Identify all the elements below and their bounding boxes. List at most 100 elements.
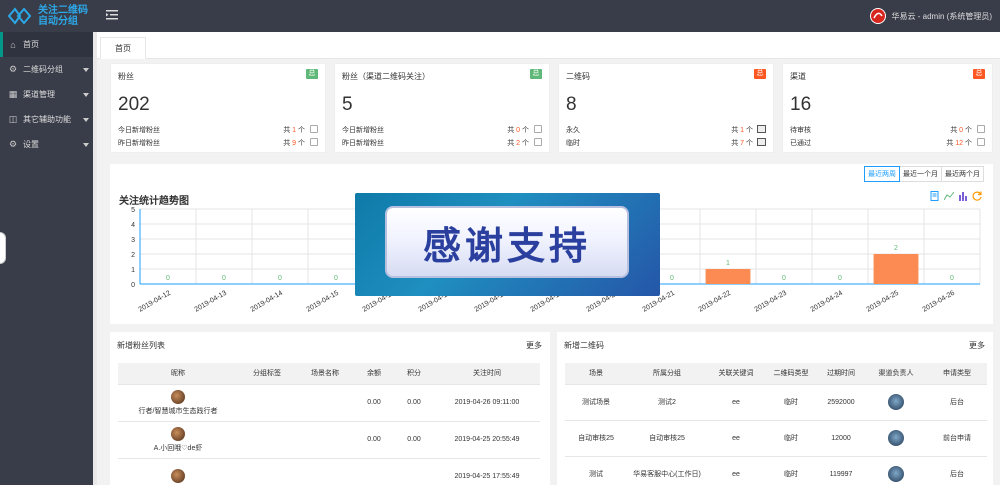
sidebar-item-label: 渠道管理 <box>23 90 55 99</box>
user-icon <box>534 125 542 133</box>
y-tick-label: 1 <box>131 267 135 274</box>
range-button-0[interactable]: 最近两周 <box>864 166 900 182</box>
data-label: 0 <box>222 275 226 282</box>
column-header[interactable]: 余额 <box>354 363 394 385</box>
menu-toggle-icon[interactable] <box>106 9 120 21</box>
cell-expire: 12000 <box>817 420 865 457</box>
data-label: 0 <box>838 275 842 282</box>
sidebar-item-0[interactable]: ⌂ 首页 <box>0 32 93 57</box>
stat-badge: 总 <box>754 69 766 79</box>
stat-row-label: 已通过 <box>790 140 811 147</box>
user-menu[interactable]: 华易云 - admin (系统管理员) <box>869 8 992 24</box>
cell-apply: 后台 <box>927 456 987 485</box>
fan-name: 行者/智慧城市生态践行者 <box>138 407 218 415</box>
calendar-icon <box>977 138 985 146</box>
home-icon: ⌂ <box>10 39 16 50</box>
data-label: 1 <box>726 260 730 267</box>
stat-row-count: 共 7 个 <box>731 140 753 147</box>
stat-card-0: 粉丝 总 202 今日新增粉丝 共 1 个 昨日新增粉丝 共 9 个 <box>110 63 326 153</box>
data-label: 0 <box>782 275 786 282</box>
avatar <box>171 426 185 441</box>
cell-keyword: ee <box>707 420 765 457</box>
stat-row: 临时 共 7 个 <box>566 138 766 148</box>
data-view-icon[interactable] <box>930 191 940 201</box>
stat-row-label: 永久 <box>566 127 580 134</box>
chart-toolbox <box>926 191 982 201</box>
cell-scene: 测试 <box>565 456 627 485</box>
sidebar-item-2[interactable]: ▦ 渠道管理 <box>0 82 93 107</box>
column-header[interactable]: 所属分组 <box>627 363 707 385</box>
sidebar-item-1[interactable]: ⚙ 二维码分组 <box>0 57 93 82</box>
grid-icon: ▦ <box>8 89 18 99</box>
sidebar: ⌂ 首页 ⚙ 二维码分组 ▦ 渠道管理 ◫ 其它辅助功能 ⚙ 设置 <box>0 32 93 485</box>
table-row[interactable]: 行者/智慧城市生态践行者 0.00 0.00 2019-04-26 09:11:00 <box>118 384 540 422</box>
cell-keyword: ee <box>707 384 765 421</box>
y-tick-label: 4 <box>131 222 135 229</box>
stat-row-count: 共 1 个 <box>731 127 753 134</box>
range-button-2[interactable]: 最近两个月 <box>941 166 984 182</box>
bar-chart-icon[interactable] <box>958 191 968 201</box>
app-title: 关注二维码 自动分组 <box>38 5 88 27</box>
cell-scene: 测试场景 <box>565 384 627 421</box>
column-header[interactable]: 申请类型 <box>927 363 987 385</box>
fans-list-title: 新增粉丝列表 <box>117 341 165 350</box>
column-header[interactable]: 积分 <box>394 363 434 385</box>
stat-row: 今日新增粉丝 共 0 个 <box>342 125 542 135</box>
column-header[interactable]: 二维码类型 <box>765 363 817 385</box>
column-header[interactable]: 过期时间 <box>817 363 865 385</box>
stat-row-label: 昨日新增粉丝 <box>342 140 384 147</box>
tab-home[interactable]: 首页 <box>100 37 146 59</box>
line-chart-icon[interactable] <box>943 191 955 201</box>
cell-balance: 0.00 <box>354 384 394 422</box>
table-row[interactable]: 2019-04-25 17:55:49 <box>118 458 540 485</box>
stat-row-count: 共 9 个 <box>283 140 305 147</box>
table-row[interactable]: 自动审核25 自动审核25 ee 临时 12000 前台申请 <box>565 420 987 457</box>
cell-points: 0.00 <box>394 384 434 422</box>
column-header[interactable]: 分组标签 <box>238 363 296 385</box>
x-tick-label: 2019-04-24 <box>809 290 844 314</box>
qr-code-thumbnail[interactable] <box>888 430 904 446</box>
cell-group: 华易客服中心(工作日) <box>627 456 707 485</box>
stat-badge: 总 <box>530 69 542 79</box>
qr-code-thumbnail[interactable] <box>888 466 904 482</box>
fan-name-cell: 行者/智慧城市生态践行者 <box>118 384 238 422</box>
qr-list-title: 新增二维码 <box>564 341 604 350</box>
column-header[interactable]: 关注时间 <box>434 363 540 385</box>
sidebar-item-3[interactable]: ◫ 其它辅助功能 <box>0 107 93 132</box>
avatar <box>171 468 185 483</box>
bar <box>705 269 751 284</box>
user-icon <box>534 138 542 146</box>
sidebar-item-4[interactable]: ⚙ 设置 <box>0 132 93 157</box>
stat-card-1: 粉丝（渠道二维码关注） 总 5 今日新增粉丝 共 0 个 昨日新增粉丝 共 2 个 <box>334 63 550 153</box>
column-header[interactable]: 昵称 <box>118 363 238 385</box>
stat-badge: 总 <box>306 69 318 79</box>
data-label: 0 <box>278 275 282 282</box>
cell-tag <box>238 458 296 485</box>
sidebar-item-label: 设置 <box>23 140 39 149</box>
stat-value: 5 <box>342 94 353 115</box>
qr-code-thumbnail[interactable] <box>888 394 904 410</box>
fans-more-link[interactable]: 更多 <box>526 340 542 351</box>
stat-row: 待审核 共 0 个 <box>790 125 985 135</box>
qr-more-link[interactable]: 更多 <box>969 340 985 351</box>
stat-row-label: 临时 <box>566 140 580 147</box>
sidebar-item-label: 二维码分组 <box>23 65 63 74</box>
logo-icon <box>7 6 33 26</box>
x-tick-label: 2019-04-22 <box>697 290 732 314</box>
refresh-icon[interactable] <box>972 191 982 201</box>
column-header[interactable]: 渠道负责人 <box>865 363 927 385</box>
range-button-1[interactable]: 最近一个月 <box>899 166 942 182</box>
x-tick-label: 2019-04-12 <box>137 290 172 314</box>
y-tick-label: 0 <box>131 282 135 289</box>
owner-cell <box>865 384 927 421</box>
table-row[interactable]: 测试 华易客服中心(工作日) ee 临时 119997 后台 <box>565 456 987 485</box>
column-header[interactable]: 场景 <box>565 363 627 385</box>
column-header[interactable]: 关联关键词 <box>707 363 765 385</box>
sidebar-collapse-handle[interactable] <box>0 232 6 264</box>
table-row[interactable]: 测试场景 测试2 ee 临时 2592000 后台 <box>565 384 987 421</box>
table-row[interactable]: A.小回哦♡de虾 0.00 0.00 2019-04-25 20:55:49 <box>118 421 540 459</box>
y-tick-label: 3 <box>131 237 135 244</box>
column-header[interactable]: 场景名称 <box>296 363 354 385</box>
app-logo[interactable]: 关注二维码 自动分组 <box>0 0 93 32</box>
cell-time: 2019-04-25 17:55:49 <box>434 458 540 485</box>
